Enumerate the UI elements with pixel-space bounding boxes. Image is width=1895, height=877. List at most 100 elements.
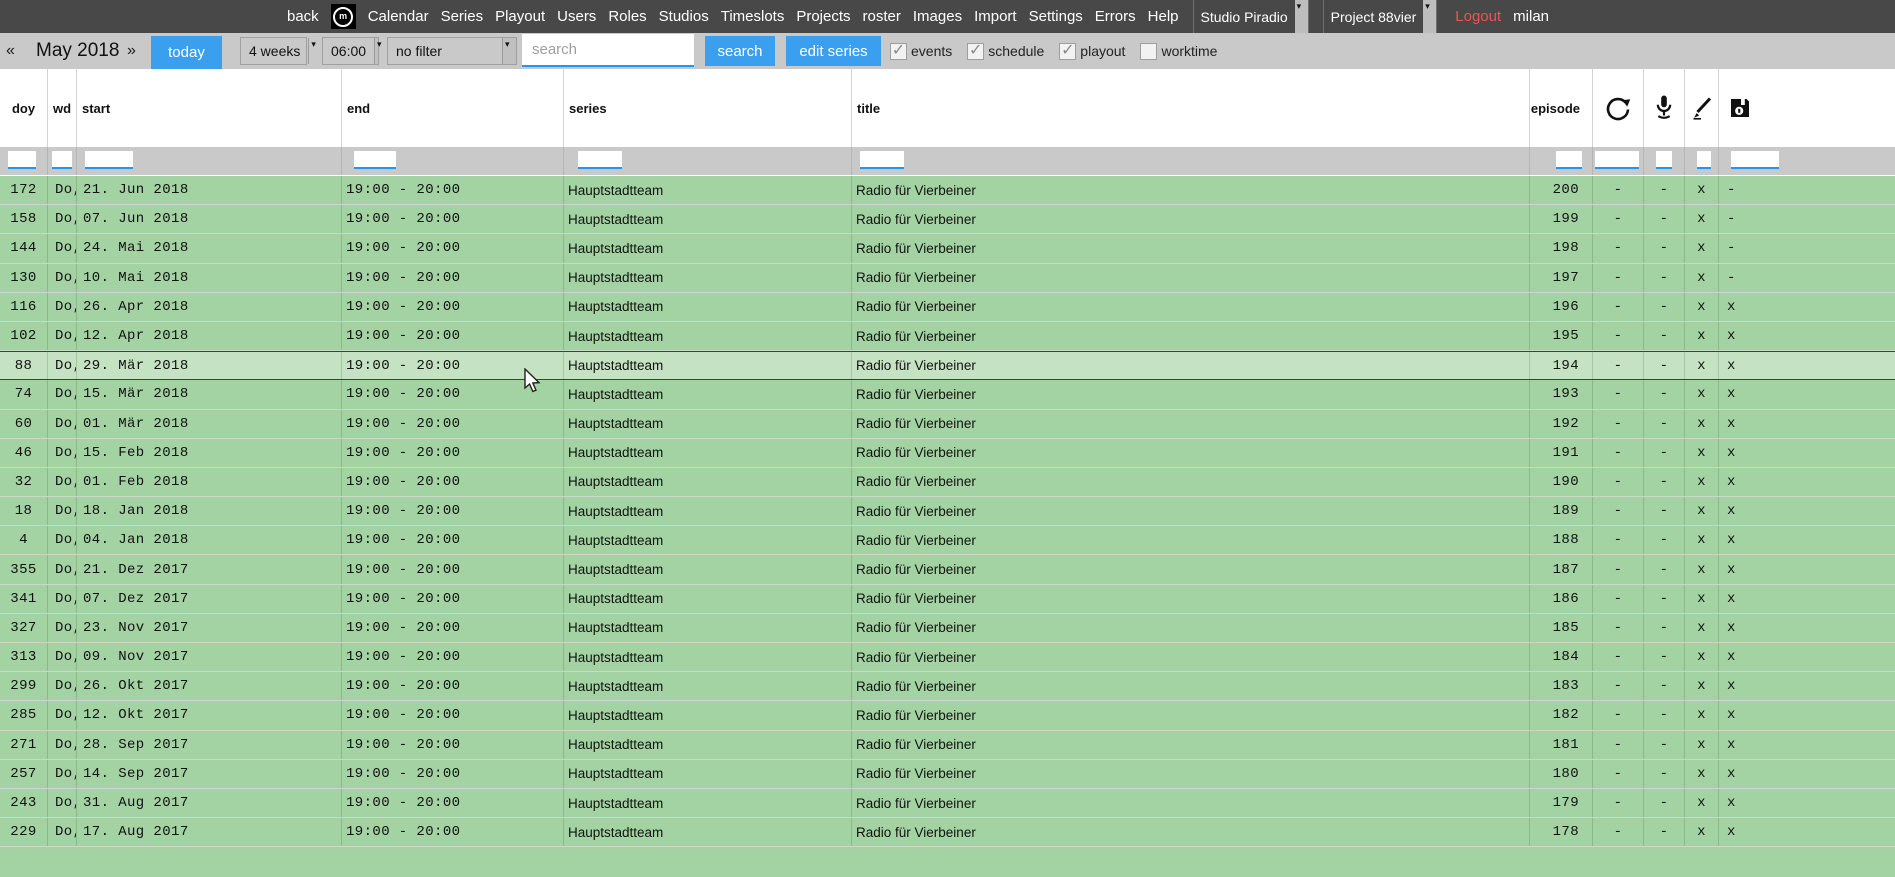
filter-input-series[interactable]	[578, 151, 622, 169]
table-row[interactable]: 172 Do, 21. Jun 2018 19:00 - 20:00 Haupt…	[0, 176, 1895, 205]
search-button[interactable]: search	[705, 36, 775, 66]
table-row[interactable]: 257 Do, 14. Sep 2017 19:00 - 20:00 Haupt…	[0, 760, 1895, 789]
filter-input-doy[interactable]	[8, 151, 36, 169]
filter-input-pencil[interactable]	[1697, 151, 1711, 169]
chevron-down-icon[interactable]	[1423, 0, 1436, 33]
table-row[interactable]: 355 Do, 21. Dez 2017 19:00 - 20:00 Haupt…	[0, 555, 1895, 584]
chevron-down-icon[interactable]	[1295, 0, 1308, 33]
floppy-icon[interactable]	[1719, 69, 1895, 147]
chevron-down-icon[interactable]	[308, 38, 309, 64]
table-row[interactable]: 327 Do, 23. Nov 2017 19:00 - 20:00 Haupt…	[0, 614, 1895, 643]
column-header-doy[interactable]: doy	[0, 69, 48, 147]
prev-month-button[interactable]: «	[6, 33, 15, 69]
nav-item-projects[interactable]: Projects	[796, 8, 850, 25]
table-row[interactable]: 88 Do, 29. Mär 2018 19:00 - 20:00 Haupts…	[0, 351, 1895, 380]
chevron-down-icon[interactable]	[374, 38, 378, 64]
cell-edit-flag: x	[1685, 352, 1719, 379]
project-select[interactable]: Project 88vier	[1323, 0, 1438, 33]
studio-select[interactable]: Studio Piradio	[1193, 0, 1309, 33]
nav-item-timeslots[interactable]: Timeslots	[721, 8, 785, 25]
cell-edit-flag: x	[1685, 205, 1719, 233]
column-header-series[interactable]: series	[564, 69, 852, 147]
nav-item-calendar[interactable]: Calendar	[368, 8, 429, 25]
table-row[interactable]: 46 Do, 15. Feb 2018 19:00 - 20:00 Haupts…	[0, 439, 1895, 468]
column-header-wd[interactable]: wd	[48, 69, 77, 147]
logout-link[interactable]: Logout	[1455, 8, 1501, 25]
table-row[interactable]: 32 Do, 01. Feb 2018 19:00 - 20:00 Haupts…	[0, 468, 1895, 497]
playout-checkbox[interactable]: ✓	[1059, 43, 1076, 60]
nav-item-import[interactable]: Import	[974, 8, 1017, 25]
filter-input-end[interactable]	[354, 151, 396, 169]
time-select[interactable]: 06:00	[322, 37, 379, 65]
cell-save-flag: -	[1719, 264, 1895, 292]
filter-cell-title	[852, 147, 1530, 175]
rerun-icon[interactable]	[1593, 69, 1644, 147]
table-row[interactable]: 299 Do, 26. Okt 2017 19:00 - 20:00 Haupt…	[0, 672, 1895, 701]
cell-title: Radio für Vierbeiner	[852, 789, 1530, 817]
nav-item-studios[interactable]: Studios	[659, 8, 709, 25]
chevron-down-icon[interactable]	[502, 38, 516, 64]
column-header-title[interactable]: title	[852, 69, 1530, 147]
cell-save-flag: x	[1719, 643, 1895, 671]
table-row[interactable]: 130 Do, 10. Mai 2018 19:00 - 20:00 Haupt…	[0, 264, 1895, 293]
piradio-logo-icon[interactable]: m	[331, 4, 356, 29]
cell-end-time: 19:00 - 20:00	[342, 526, 564, 554]
filter-select[interactable]: no filter	[387, 37, 517, 65]
table-row[interactable]: 243 Do, 31. Aug 2017 19:00 - 20:00 Haupt…	[0, 789, 1895, 818]
filter-input-episode[interactable]	[1556, 151, 1582, 169]
filter-input-rerun[interactable]	[1595, 151, 1639, 169]
nav-item-users[interactable]: Users	[557, 8, 596, 25]
table-row[interactable]: 229 Do, 17. Aug 2017 19:00 - 20:00 Haupt…	[0, 818, 1895, 847]
filter-cell-wd	[48, 147, 77, 175]
cell-title: Radio für Vierbeiner	[852, 439, 1530, 467]
table-row[interactable]: 144 Do, 24. Mai 2018 19:00 - 20:00 Haupt…	[0, 234, 1895, 263]
filter-input-wd[interactable]	[52, 151, 72, 169]
cell-rerun-flag: -	[1593, 234, 1644, 262]
cell-microphone-flag: -	[1644, 731, 1685, 759]
filter-input-mic[interactable]	[1656, 151, 1672, 169]
table-row[interactable]: 158 Do, 07. Jun 2018 19:00 - 20:00 Haupt…	[0, 205, 1895, 234]
nav-item-images[interactable]: Images	[913, 8, 962, 25]
microphone-icon[interactable]	[1644, 69, 1685, 147]
nav-item-series[interactable]: Series	[441, 8, 484, 25]
search-input[interactable]	[522, 34, 694, 67]
nav-item-roles[interactable]: Roles	[608, 8, 646, 25]
cell-edit-flag: x	[1685, 789, 1719, 817]
table-row[interactable]: 18 Do, 18. Jan 2018 19:00 - 20:00 Haupts…	[0, 497, 1895, 526]
cell-edit-flag: x	[1685, 760, 1719, 788]
next-month-button[interactable]: »	[127, 33, 136, 69]
nav-back-link[interactable]: back	[287, 8, 319, 25]
table-row[interactable]: 313 Do, 09. Nov 2017 19:00 - 20:00 Haupt…	[0, 643, 1895, 672]
column-header-start[interactable]: start	[77, 69, 342, 147]
table-row[interactable]: 116 Do, 26. Apr 2018 19:00 - 20:00 Haupt…	[0, 293, 1895, 322]
cell-start-date: 28. Sep 2017	[77, 731, 342, 759]
schedule-checkbox[interactable]: ✓	[967, 43, 984, 60]
range-select[interactable]: 4 weeks	[240, 37, 307, 65]
table-row[interactable]: 102 Do, 12. Apr 2018 19:00 - 20:00 Haupt…	[0, 322, 1895, 351]
pencil-icon[interactable]	[1685, 69, 1719, 147]
filter-input-title[interactable]	[860, 151, 904, 169]
events-checkbox[interactable]: ✓	[890, 43, 907, 60]
table-row[interactable]: 341 Do, 07. Dez 2017 19:00 - 20:00 Haupt…	[0, 585, 1895, 614]
edit-series-button[interactable]: edit series	[786, 36, 881, 66]
table-row[interactable]: 60 Do, 01. Mär 2018 19:00 - 20:00 Haupts…	[0, 410, 1895, 439]
nav-item-playout[interactable]: Playout	[495, 8, 545, 25]
cell-series: Hauptstadtteam	[564, 176, 852, 204]
filter-input-start[interactable]	[85, 151, 133, 169]
table-row[interactable]: 4 Do, 04. Jan 2018 19:00 - 20:00 Hauptst…	[0, 526, 1895, 555]
column-header-end[interactable]: end	[342, 69, 564, 147]
nav-item-help[interactable]: Help	[1148, 8, 1179, 25]
cell-rerun-flag: -	[1593, 468, 1644, 496]
cell-start-date: 07. Jun 2018	[77, 205, 342, 233]
nav-item-settings[interactable]: Settings	[1029, 8, 1083, 25]
nav-item-roster[interactable]: roster	[863, 8, 901, 25]
today-button[interactable]: today	[151, 36, 222, 69]
nav-item-errors[interactable]: Errors	[1095, 8, 1136, 25]
cell-doy: 116	[0, 293, 48, 321]
column-header-episode[interactable]: episode	[1530, 69, 1593, 147]
table-row[interactable]: 285 Do, 12. Okt 2017 19:00 - 20:00 Haupt…	[0, 701, 1895, 730]
table-row[interactable]: 74 Do, 15. Mär 2018 19:00 - 20:00 Haupts…	[0, 380, 1895, 409]
table-row[interactable]: 271 Do, 28. Sep 2017 19:00 - 20:00 Haupt…	[0, 731, 1895, 760]
filter-input-floppy[interactable]	[1731, 151, 1779, 169]
worktime-checkbox[interactable]	[1140, 43, 1157, 60]
